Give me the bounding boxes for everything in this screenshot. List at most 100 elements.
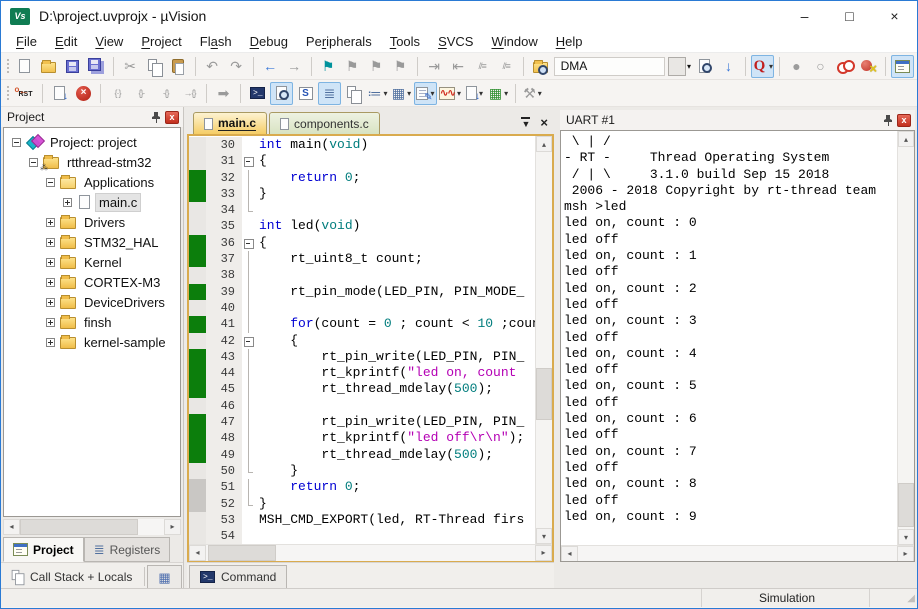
registers-window-icon[interactable]: ≣ — [318, 82, 341, 105]
scroll-left-arrow-icon[interactable]: ◂ — [3, 519, 20, 535]
toolbox-icon[interactable]: ⚒▾ — [521, 82, 544, 105]
run-to-cursor-icon[interactable]: →{} — [178, 82, 201, 105]
code-line[interactable]: 50 } — [189, 463, 535, 479]
scroll-up-arrow-icon[interactable]: ▴ — [898, 131, 914, 147]
toggle-breakpoint-icon[interactable] — [833, 55, 856, 78]
uart-output[interactable]: \ | /- RT - Thread Operating System / | … — [561, 131, 897, 545]
uart-vscrollbar[interactable]: ▴ ▾ — [897, 131, 914, 545]
code-line[interactable]: 54 — [189, 528, 535, 544]
uart-hscrollbar[interactable]: ◂ ▸ — [561, 545, 914, 561]
dropdown-caret-icon[interactable]: ▾ — [504, 89, 508, 98]
new-file-icon[interactable] — [13, 55, 36, 78]
code-line[interactable]: 33} — [189, 186, 535, 202]
tree-item-kernel-sample[interactable]: kernel-sample — [4, 332, 180, 352]
copy-icon[interactable] — [143, 55, 166, 78]
menu-peripherals[interactable]: Peripherals — [297, 32, 381, 51]
menu-project[interactable]: Project — [132, 32, 190, 51]
code-line[interactable]: 34 — [189, 202, 535, 218]
memory-dock-tab[interactable]: ▦ — [147, 565, 181, 588]
run-icon[interactable]: ➡ — [212, 82, 235, 105]
scroll-right-arrow-icon[interactable]: ▸ — [535, 545, 552, 561]
code-line[interactable]: 35int led(void) — [189, 218, 535, 234]
code-line[interactable]: 41 for(count = 0 ; count < 10 ;count++) — [189, 316, 535, 332]
resize-grip[interactable]: ◢ — [869, 589, 917, 607]
callstack-tab[interactable]: Call Stack + Locals — [1, 565, 142, 588]
window-list-icon[interactable]: ▼ — [521, 117, 530, 129]
code-line[interactable]: 30int main(void) — [189, 137, 535, 153]
scroll-right-arrow-icon[interactable]: ▸ — [897, 546, 914, 562]
paste-icon[interactable] — [167, 55, 190, 78]
open-file-icon[interactable] — [37, 55, 60, 78]
trace-window-icon[interactable]: ▾ — [463, 82, 486, 105]
fold-box-icon[interactable] — [242, 333, 255, 349]
next-bookmark-icon[interactable]: ⚑ — [341, 55, 364, 78]
prev-bookmark-icon[interactable]: ⚑ — [365, 55, 388, 78]
tree-expander-icon[interactable] — [29, 158, 38, 167]
tree-item-devicedrivers[interactable]: DeviceDrivers — [4, 292, 180, 312]
navigate-forward-icon[interactable]: → — [283, 55, 306, 78]
dropdown-caret-icon[interactable]: ▾ — [383, 89, 387, 98]
pin-icon[interactable] — [883, 115, 893, 126]
tree-item-applications[interactable]: Applications — [4, 172, 180, 192]
tree-item-main-c[interactable]: main.c — [4, 192, 180, 212]
tab-project[interactable]: Project — [3, 537, 84, 562]
stop-debug-icon[interactable]: × — [72, 82, 95, 105]
pin-icon[interactable] — [151, 112, 161, 123]
indent-icon[interactable]: ⇥ — [423, 55, 446, 78]
toolbar-grip[interactable] — [5, 84, 10, 102]
scroll-thumb[interactable] — [20, 519, 138, 535]
menu-debug[interactable]: Debug — [241, 32, 297, 51]
tree-expander-icon[interactable] — [46, 238, 55, 247]
tree-item-finsh[interactable]: finsh — [4, 312, 180, 332]
scroll-down-arrow-icon[interactable]: ▾ — [898, 529, 914, 545]
scroll-down-arrow-icon[interactable]: ▾ — [536, 528, 552, 544]
memory-window-icon[interactable]: ▦▾ — [390, 82, 413, 105]
scroll-up-arrow-icon[interactable]: ▴ — [536, 136, 552, 152]
tree-expander-icon[interactable] — [63, 198, 72, 207]
symbol-window-icon[interactable]: S — [294, 82, 317, 105]
scroll-track[interactable] — [20, 519, 164, 535]
code-line[interactable]: 38 — [189, 267, 535, 283]
dropdown-caret-icon[interactable]: ▾ — [407, 89, 411, 98]
tree-item-kernel[interactable]: Kernel — [4, 252, 180, 272]
scroll-track[interactable] — [206, 545, 535, 561]
step-out-icon[interactable]: ·{} — [154, 82, 177, 105]
command-window-icon[interactable]: >_ — [246, 82, 269, 105]
tree-expander-icon[interactable] — [46, 298, 55, 307]
project-panel-close-icon[interactable]: x — [165, 111, 179, 124]
menu-help[interactable]: Help — [547, 32, 592, 51]
menu-window[interactable]: Window — [482, 32, 546, 51]
tree-expander-icon[interactable] — [46, 178, 55, 187]
code-line[interactable]: 43 rt_pin_write(LED_PIN, PIN_ — [189, 349, 535, 365]
show-next-statement-icon[interactable] — [48, 82, 71, 105]
minimize-button[interactable]: – — [782, 1, 827, 31]
editor-tab-components-c[interactable]: components.c — [269, 112, 380, 134]
editor-tab-main-c[interactable]: main.c — [193, 112, 267, 134]
code-editor[interactable]: 30int main(void)31{32 return 0;33}3435in… — [189, 136, 535, 544]
kill-breakpoints-icon[interactable] — [857, 55, 880, 78]
project-tree[interactable]: Project: projectrtthread-stm32Applicatio… — [3, 127, 181, 517]
navigate-back-icon[interactable]: ← — [259, 55, 282, 78]
step-icon[interactable]: {·} — [106, 82, 129, 105]
code-line[interactable]: 47 rt_pin_write(LED_PIN, PIN_ — [189, 414, 535, 430]
find-in-files-window-icon[interactable] — [693, 55, 716, 78]
tree-item-stm32-hal[interactable]: STM32_HAL — [4, 232, 180, 252]
call-stack-window-icon[interactable] — [342, 82, 365, 105]
tree-expander-icon[interactable] — [46, 258, 55, 267]
step-over-icon[interactable]: {}· — [130, 82, 153, 105]
uart-panel-close-icon[interactable]: x — [897, 114, 911, 127]
scroll-left-arrow-icon[interactable]: ◂ — [189, 545, 206, 561]
fold-box-icon[interactable] — [242, 153, 255, 169]
code-line[interactable]: 49 rt_thread_mdelay(500); — [189, 447, 535, 463]
code-line[interactable]: 39 rt_pin_mode(LED_PIN, PIN_MODE_ — [189, 284, 535, 300]
scroll-left-arrow-icon[interactable]: ◂ — [561, 546, 578, 562]
clear-bookmarks-icon[interactable]: ⚑ — [389, 55, 412, 78]
tree-expander-icon[interactable] — [12, 138, 21, 147]
configure-icon[interactable] — [891, 55, 914, 78]
editor-close-icon[interactable]: × — [540, 115, 548, 130]
editor-hscrollbar[interactable]: ◂ ▸ — [189, 544, 552, 560]
insert-bookmark-icon[interactable]: ⚑ — [317, 55, 340, 78]
code-line[interactable]: 48 rt_kprintf("led off\r\n"); — [189, 430, 535, 446]
code-line[interactable]: 32 return 0; — [189, 170, 535, 186]
save-all-icon[interactable] — [85, 55, 108, 78]
